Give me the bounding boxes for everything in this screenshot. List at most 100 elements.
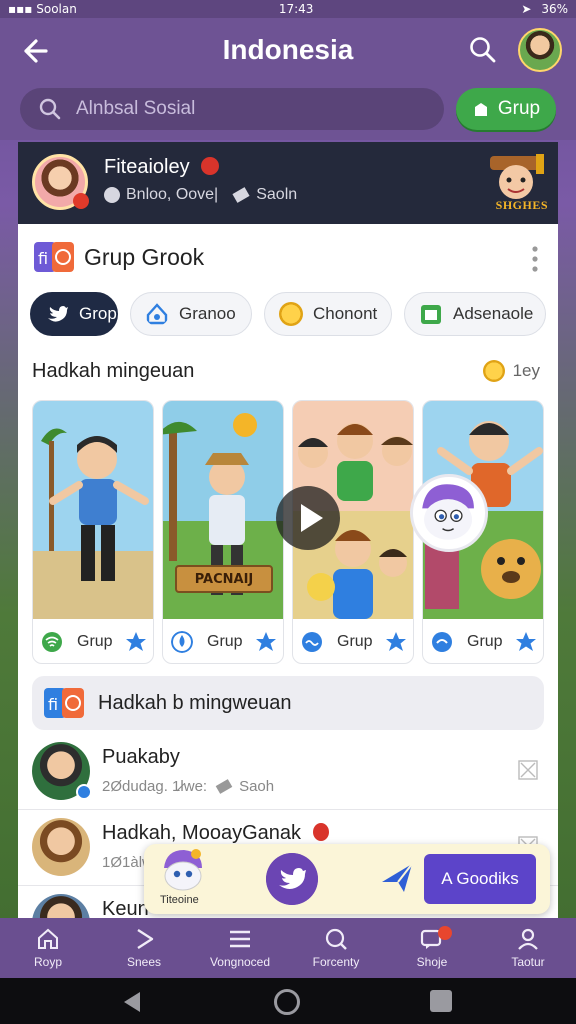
profile-subtitle: Bnloo, Oove| Saoln <box>104 186 297 204</box>
section-side-label: 1ey <box>512 361 540 380</box>
section-banner[interactable]: fi Hadkah b mingweuan <box>32 676 544 730</box>
chip-label: Adsenaole <box>453 304 534 323</box>
notification-badge <box>438 926 452 940</box>
list-item-meta-right: Saoh <box>239 778 275 795</box>
tile-label: Grup <box>207 633 243 650</box>
send-icon[interactable] <box>380 860 416 896</box>
profile-name-row: Fiteaioley <box>104 156 220 179</box>
star-icon[interactable] <box>255 631 277 653</box>
section-side[interactable]: 1ey <box>482 360 540 382</box>
status-bar-left: ▪▪▪ Soolan <box>8 2 77 16</box>
apple-icon <box>312 823 329 841</box>
list-item-title: Hadkah, MooayGanak <box>102 822 302 844</box>
chip-label: Chonont <box>313 304 378 323</box>
profile-sub-right: Saoln <box>256 186 298 203</box>
play-icon[interactable] <box>276 486 340 550</box>
nav-label: Taotur <box>511 955 545 969</box>
search-input[interactable] <box>76 98 416 120</box>
tool-icon <box>215 779 233 794</box>
home-icon <box>38 928 58 949</box>
avatar[interactable] <box>32 894 90 918</box>
status-bar: ▪▪▪ Soolan 17:43 ➤ 36% <box>0 0 576 18</box>
list-item[interactable]: Puakaby 2Ødudag. 1̷lwe: Saoh <box>18 734 558 810</box>
nav-item-forcenty[interactable]: Forcenty <box>288 918 384 978</box>
page-title: Indonesia <box>222 34 354 65</box>
app-header: Indonesia <box>0 18 576 82</box>
video-thumbnail <box>33 401 153 619</box>
search-icon <box>39 98 61 120</box>
status-dot <box>73 193 89 209</box>
close-icon[interactable] <box>518 760 538 780</box>
battery-label: 36% <box>541 2 568 16</box>
list-item-title: Keun <box>102 898 149 918</box>
chip-adsenaole[interactable]: Adsenaole <box>404 292 546 336</box>
tile-label: Grup <box>337 633 373 650</box>
twitter-bird-icon <box>48 306 68 322</box>
group-header: fi Grup Grook <box>18 224 558 294</box>
mascot-icon[interactable] <box>410 474 488 552</box>
more-vertical-icon[interactable] <box>532 246 538 272</box>
nav-item-taotur[interactable]: Taotur <box>480 918 576 978</box>
system-nav-bar <box>0 978 576 1024</box>
nav-label: Royp <box>33 955 62 969</box>
carrier-label: Soolan <box>36 2 77 16</box>
nav-item-vongnoced[interactable]: Vongnoced <box>192 918 288 978</box>
recent-apps-icon[interactable] <box>430 990 452 1012</box>
tile-footer: Grup <box>293 619 413 663</box>
star-icon[interactable] <box>515 631 537 653</box>
bottom-nav: Royp Snees Vongnoced Forcenty Shoje Taot… <box>0 918 576 978</box>
tile-label: Grup <box>467 633 503 650</box>
chip-label: Grop <box>79 304 117 323</box>
tile-sign: PACNAIJ <box>175 565 273 593</box>
profile-sub-left: Bnloo, Oove| <box>126 186 219 203</box>
link-icon <box>432 632 452 652</box>
wave-icon <box>302 632 322 652</box>
coin-icon <box>482 360 505 382</box>
search-box <box>20 88 444 130</box>
group-logo-icon: fi <box>34 242 74 272</box>
chip-chonont[interactable]: Chonont <box>264 292 392 336</box>
floating-action-bar: Titeoine A Goodiks <box>144 844 550 914</box>
location-icon: ➤ <box>521 2 532 16</box>
house-icon <box>146 303 168 325</box>
group-title: Grup Grook <box>84 244 205 270</box>
twitter-bird-icon[interactable] <box>266 853 318 905</box>
avatar[interactable] <box>32 818 90 876</box>
star-icon[interactable] <box>125 631 147 653</box>
group-logo-icon: fi <box>44 688 84 718</box>
tile-footer: Grup <box>163 619 283 663</box>
calendar-icon <box>421 305 441 324</box>
nav-item-snees[interactable]: Snees <box>96 918 192 978</box>
wifi-icon <box>42 632 62 652</box>
mascot-icon[interactable] <box>158 848 208 892</box>
apple-icon <box>201 157 220 175</box>
search-icon <box>325 928 347 950</box>
nav-item-shoje[interactable]: Shoje <box>384 918 480 978</box>
filter-chips: Grop Granoo Chonont Adsenaole <box>30 292 558 338</box>
avatar[interactable] <box>32 742 92 800</box>
back-triangle-icon[interactable] <box>120 990 144 1014</box>
nav-label: Shoje <box>416 955 448 969</box>
cta-button[interactable]: A Goodiks <box>424 854 536 904</box>
list-item-title-row: Hadkah, MooayGanak <box>102 822 329 845</box>
search-icon[interactable] <box>468 35 498 65</box>
person-icon <box>518 928 538 950</box>
video-tile[interactable]: PACNAIJ Grup <box>162 400 284 664</box>
back-arrow-icon[interactable] <box>16 34 50 68</box>
nav-item-royp[interactable]: Royp <box>0 918 96 978</box>
profile-avatar[interactable] <box>32 154 89 210</box>
chip-granoo[interactable]: Granoo <box>130 292 252 336</box>
chip-grop[interactable]: Grop <box>30 292 118 336</box>
grup-button[interactable]: Grup <box>456 88 556 130</box>
star-icon[interactable] <box>385 631 407 653</box>
video-tile[interactable]: Grup <box>32 400 154 664</box>
profile-bar[interactable]: Fiteaioley Bnloo, Oove| Saoln SHGHES <box>18 142 558 224</box>
tile-footer: Grup <box>33 619 153 663</box>
user-avatar[interactable] <box>518 28 562 72</box>
play-icon <box>137 928 154 950</box>
drop-icon <box>171 631 193 653</box>
svg-text:fi: fi <box>48 695 58 714</box>
home-circle-icon[interactable] <box>274 989 300 1015</box>
signal-icon: ▪▪▪ <box>8 2 33 16</box>
search-row: Grup <box>0 82 576 140</box>
